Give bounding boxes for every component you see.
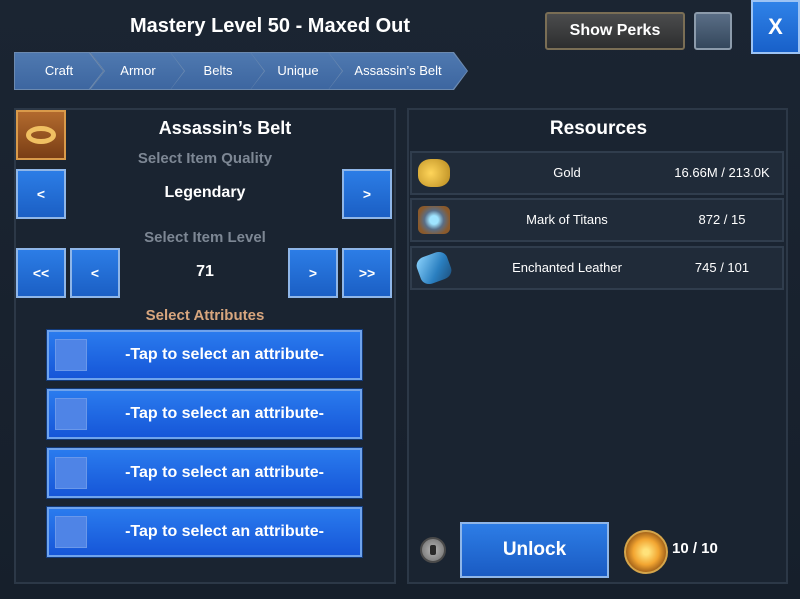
treasure-chest-icon[interactable] xyxy=(694,12,732,50)
page-title: Mastery Level 50 - Maxed Out xyxy=(129,15,411,37)
resource-amount: 872 / 15 xyxy=(698,212,746,227)
attribute-slot-label: -Tap to select an attribute- xyxy=(125,464,324,481)
resource-amount: 16.66M / 213.0K xyxy=(674,165,770,180)
level-prev-button[interactable]: < xyxy=(70,248,120,298)
orb-count: 10 / 10 xyxy=(672,540,718,557)
unlock-button[interactable]: Unlock xyxy=(460,522,609,578)
breadcrumb-label: Assassin’s Belt xyxy=(354,63,442,78)
breadcrumb-label: Belts xyxy=(203,63,233,78)
breadcrumb-belts[interactable]: Belts xyxy=(170,52,266,90)
attribute-slot-1[interactable]: -Tap to select an attribute- xyxy=(47,330,362,380)
close-button[interactable]: X xyxy=(751,0,800,54)
breadcrumb-armor[interactable]: Armor xyxy=(90,52,186,90)
quality-prev-button[interactable]: < xyxy=(16,169,66,219)
attribute-checkbox xyxy=(55,398,87,430)
quality-value: Legendary xyxy=(164,184,246,201)
attribute-slot-4[interactable]: -Tap to select an attribute- xyxy=(47,507,362,557)
lock-icon xyxy=(420,537,446,563)
breadcrumb-unique[interactable]: Unique xyxy=(250,52,346,90)
breadcrumb: Craft Armor Belts Unique Assassin’s Belt xyxy=(14,52,474,90)
level-value: 71 xyxy=(196,263,214,280)
resource-name: Gold xyxy=(553,165,581,180)
attribute-slot-label: -Tap to select an attribute- xyxy=(125,405,324,422)
resource-name: Mark of Titans xyxy=(526,212,608,227)
level-last-button[interactable]: >> xyxy=(342,248,392,298)
level-label: Select Item Level xyxy=(144,229,266,246)
breadcrumb-label: Craft xyxy=(44,63,74,78)
crafting-screen: Mastery Level 50 - Maxed Out Show Perks … xyxy=(0,0,800,599)
attribute-slot-label: -Tap to select an attribute- xyxy=(125,523,324,540)
gold-coins-icon xyxy=(418,159,450,187)
attribute-checkbox xyxy=(55,516,87,548)
item-name: Assassin’s Belt xyxy=(158,118,292,138)
enchanted-leather-icon xyxy=(414,249,454,287)
attribute-slot-label: -Tap to select an attribute- xyxy=(125,346,324,363)
breadcrumb-assassins-belt[interactable]: Assassin’s Belt xyxy=(328,52,468,90)
resources-title: Resources xyxy=(549,118,648,139)
attribute-checkbox xyxy=(55,457,87,489)
level-first-button[interactable]: << xyxy=(16,248,66,298)
resource-row-gold: Gold 16.66M / 213.0K xyxy=(410,151,784,195)
attribute-slot-3[interactable]: -Tap to select an attribute- xyxy=(47,448,362,498)
breadcrumb-label: Unique xyxy=(277,63,319,78)
quality-label: Select Item Quality xyxy=(137,150,273,167)
quality-next-button[interactable]: > xyxy=(342,169,392,219)
breadcrumb-label: Armor xyxy=(120,63,156,78)
resource-amount: 745 / 101 xyxy=(694,260,750,275)
resource-row-mark-of-titans: Mark of Titans 872 / 15 xyxy=(410,198,784,242)
resource-name: Enchanted Leather xyxy=(512,260,622,275)
attributes-label: Select Attributes xyxy=(145,307,265,324)
energy-orb-icon xyxy=(624,530,668,574)
show-perks-button[interactable]: Show Perks xyxy=(545,12,685,50)
attribute-checkbox xyxy=(55,339,87,371)
belt-icon xyxy=(16,110,66,160)
attribute-slot-2[interactable]: -Tap to select an attribute- xyxy=(47,389,362,439)
level-next-button[interactable]: > xyxy=(288,248,338,298)
breadcrumb-craft[interactable]: Craft xyxy=(14,52,104,90)
resource-row-enchanted-leather: Enchanted Leather 745 / 101 xyxy=(410,246,784,290)
mark-of-titans-icon xyxy=(418,206,450,234)
